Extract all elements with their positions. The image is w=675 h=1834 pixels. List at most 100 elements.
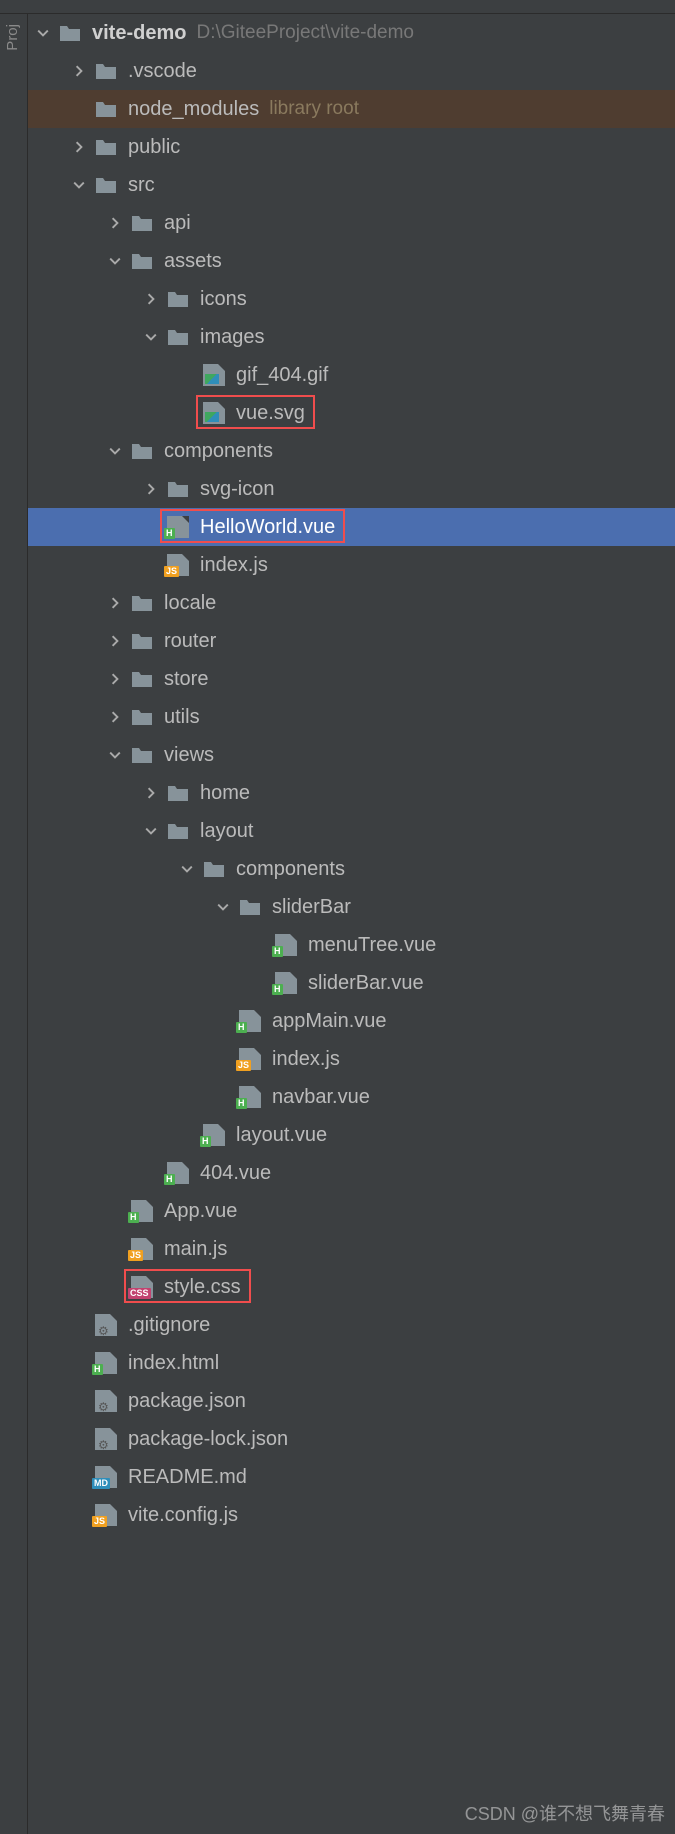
folder-icon xyxy=(94,135,118,159)
tree-row[interactable]: Hlayout.vue xyxy=(28,1116,675,1154)
tree-item-label: package-lock.json xyxy=(128,1428,288,1451)
tree-row[interactable]: locale xyxy=(28,584,675,622)
tree-row[interactable]: .vscode xyxy=(28,52,675,90)
folder-icon xyxy=(130,629,154,653)
tree-item-label: index.js xyxy=(272,1048,340,1071)
tree-row[interactable]: H 404.vue xyxy=(28,1154,675,1192)
tree-row[interactable]: MDREADME.md xyxy=(28,1458,675,1496)
tree-item-label: node_modules xyxy=(128,98,259,121)
tree-row[interactable]: svg-icon xyxy=(28,470,675,508)
tree-row[interactable]: store xyxy=(28,660,675,698)
tree-item-label: public xyxy=(128,136,180,159)
tree-row[interactable]: vite-demoD:\GiteeProject\vite-demo xyxy=(28,14,675,52)
tree-row[interactable]: components xyxy=(28,850,675,888)
tree-row[interactable]: home xyxy=(28,774,675,812)
tree-item-label: images xyxy=(200,326,264,349)
tree-row[interactable]: components xyxy=(28,432,675,470)
tree-item-label: package.json xyxy=(128,1390,246,1413)
chevron-right-icon[interactable] xyxy=(142,290,160,308)
tree-item-label: sliderBar.vue xyxy=(308,972,424,995)
chevron-right-icon[interactable] xyxy=(142,784,160,802)
chevron-right-icon[interactable] xyxy=(106,632,124,650)
tree-row[interactable]: Hindex.html xyxy=(28,1344,675,1382)
vue-file-icon: H xyxy=(130,1199,154,1223)
tree-row[interactable]: assets xyxy=(28,242,675,280)
folder-icon xyxy=(130,591,154,615)
tree-row[interactable]: HsliderBar.vue xyxy=(28,964,675,1002)
tree-row[interactable]: sliderBar xyxy=(28,888,675,926)
tree-row[interactable]: views xyxy=(28,736,675,774)
tree-item-label: api xyxy=(164,212,191,235)
tree-row[interactable]: src xyxy=(28,166,675,204)
tree-row[interactable]: node_moduleslibrary root xyxy=(28,90,675,128)
tree-item-label: layout xyxy=(200,820,253,843)
chevron-right-icon[interactable] xyxy=(106,670,124,688)
tree-row[interactable]: images xyxy=(28,318,675,356)
tree-row[interactable]: package-lock.json xyxy=(28,1420,675,1458)
tree-item-label: home xyxy=(200,782,250,805)
chevron-down-icon[interactable] xyxy=(106,746,124,764)
sidebar-tool-tabs: Proj xyxy=(0,14,28,1834)
folder-icon xyxy=(166,287,190,311)
tree-row[interactable]: Hnavbar.vue xyxy=(28,1078,675,1116)
tree-row[interactable]: HApp.vue xyxy=(28,1192,675,1230)
project-tree[interactable]: vite-demoD:\GiteeProject\vite-demo .vscod… xyxy=(28,14,675,1834)
config-file-icon xyxy=(94,1389,118,1413)
config-file-icon xyxy=(94,1427,118,1451)
tree-row[interactable]: vue.svg xyxy=(28,394,675,432)
js-file-icon: JS xyxy=(238,1047,262,1071)
vue-file-icon: H xyxy=(94,1351,118,1375)
tree-item-label: 404.vue xyxy=(200,1162,271,1185)
tree-row[interactable]: HHelloWorld.vue xyxy=(28,508,675,546)
tree-item-label: vue.svg xyxy=(236,402,305,425)
tree-row[interactable]: .gitignore xyxy=(28,1306,675,1344)
chevron-right-icon[interactable] xyxy=(106,214,124,232)
tree-row[interactable]: utils xyxy=(28,698,675,736)
folder-icon xyxy=(58,21,82,45)
tree-row[interactable]: HmenuTree.vue xyxy=(28,926,675,964)
chevron-right-icon[interactable] xyxy=(142,480,160,498)
tree-row[interactable]: CSSstyle.css xyxy=(28,1268,675,1306)
chevron-right-icon[interactable] xyxy=(70,62,88,80)
chevron-down-icon[interactable] xyxy=(106,442,124,460)
tree-item-label: layout.vue xyxy=(236,1124,327,1147)
chevron-down-icon[interactable] xyxy=(214,898,232,916)
tree-row[interactable]: gif_404.gif xyxy=(28,356,675,394)
tree-item-label: router xyxy=(164,630,216,653)
chevron-down-icon[interactable] xyxy=(142,822,160,840)
tree-item-label: navbar.vue xyxy=(272,1086,370,1109)
vue-file-icon: H xyxy=(202,1123,226,1147)
tree-item-label: sliderBar xyxy=(272,896,351,919)
tree-row[interactable]: JSindex.js xyxy=(28,546,675,584)
tree-row[interactable]: router xyxy=(28,622,675,660)
chevron-right-icon[interactable] xyxy=(70,138,88,156)
vue-file-icon: H xyxy=(274,933,298,957)
tree-item-label: index.js xyxy=(200,554,268,577)
chevron-down-icon[interactable] xyxy=(106,252,124,270)
chevron-down-icon[interactable] xyxy=(70,176,88,194)
tree-row[interactable]: JS index.js xyxy=(28,1040,675,1078)
tree-row[interactable]: HappMain.vue xyxy=(28,1002,675,1040)
chevron-down-icon[interactable] xyxy=(142,328,160,346)
folder-icon xyxy=(166,781,190,805)
chevron-right-icon[interactable] xyxy=(106,708,124,726)
tree-row[interactable]: public xyxy=(28,128,675,166)
chevron-down-icon[interactable] xyxy=(178,860,196,878)
tree-item-label: .vscode xyxy=(128,60,197,83)
sidebar-tab-project[interactable]: Proj xyxy=(0,16,25,59)
tree-row[interactable]: layout xyxy=(28,812,675,850)
tree-item-label: appMain.vue xyxy=(272,1010,387,1033)
css-file-icon: CSS xyxy=(130,1275,154,1299)
chevron-down-icon[interactable] xyxy=(34,24,52,42)
folder-icon xyxy=(130,211,154,235)
tree-row[interactable]: api xyxy=(28,204,675,242)
tree-row[interactable]: package.json xyxy=(28,1382,675,1420)
tree-row[interactable]: JSmain.js xyxy=(28,1230,675,1268)
chevron-right-icon[interactable] xyxy=(106,594,124,612)
tree-item-label: assets xyxy=(164,250,222,273)
tree-row[interactable]: JSvite.config.js xyxy=(28,1496,675,1534)
tree-row[interactable]: icons xyxy=(28,280,675,318)
folder-icon xyxy=(130,705,154,729)
tree-item-label: svg-icon xyxy=(200,478,274,501)
vue-file-icon: H xyxy=(166,1161,190,1185)
